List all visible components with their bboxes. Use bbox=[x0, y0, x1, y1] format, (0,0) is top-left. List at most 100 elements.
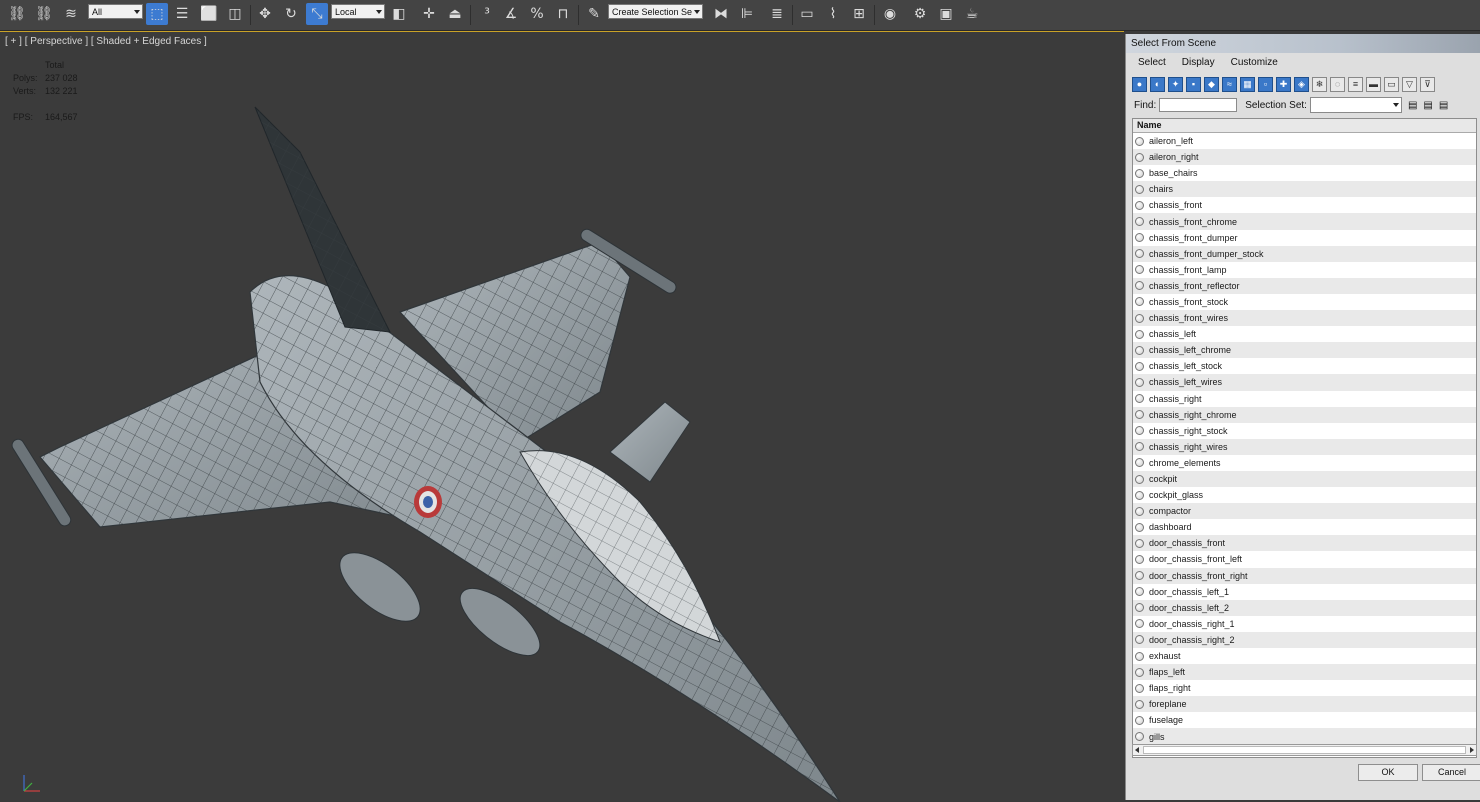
display-cameras-icon[interactable]: ▪ bbox=[1186, 76, 1201, 92]
selection-set-remove-icon[interactable]: ▤ bbox=[1439, 100, 1448, 111]
list-item[interactable]: door_chassis_front_left bbox=[1133, 551, 1476, 567]
display-all-icon[interactable]: ≡ bbox=[1348, 76, 1363, 92]
display-xrefs-icon[interactable]: ▫ bbox=[1258, 76, 1273, 92]
viewport-label[interactable]: [ + ] [ Perspective ] [ Shaded + Edged F… bbox=[5, 36, 207, 47]
list-item[interactable]: exhaust bbox=[1133, 648, 1476, 664]
render-frame-icon[interactable]: ▣ bbox=[935, 3, 957, 25]
display-bones-icon[interactable]: ✚ bbox=[1276, 76, 1291, 92]
window-crossing-icon[interactable]: ◫ bbox=[224, 3, 246, 25]
list-item[interactable]: chassis_right_stock bbox=[1133, 423, 1476, 439]
list-item[interactable]: chassis_right_chrome bbox=[1133, 406, 1476, 423]
list-item[interactable]: chassis_right_wires bbox=[1133, 438, 1476, 455]
list-item[interactable]: door_chassis_front bbox=[1133, 535, 1476, 552]
display-lights-icon[interactable]: ✦ bbox=[1168, 76, 1183, 92]
selection-set-add-icon[interactable]: ▤ bbox=[1423, 100, 1432, 111]
percent-snap-icon[interactable]: % bbox=[526, 3, 548, 25]
list-item[interactable]: chassis_right bbox=[1133, 391, 1476, 407]
schematic-view-icon[interactable]: ⊞ bbox=[848, 3, 870, 25]
display-shapes-icon[interactable]: ◐ bbox=[1150, 76, 1165, 92]
edit-named-selection-icon[interactable]: ✎ bbox=[583, 3, 605, 25]
display-none-icon[interactable]: ▬ bbox=[1366, 76, 1381, 92]
select-by-name-icon[interactable]: ☰ bbox=[171, 3, 193, 25]
list-item[interactable]: door_chassis_right_1 bbox=[1133, 616, 1476, 632]
keyboard-shortcut-override-icon[interactable]: ⏏ bbox=[444, 3, 466, 25]
move-icon[interactable]: ✥ bbox=[254, 3, 276, 25]
bind-space-warp-icon[interactable]: ≋ bbox=[60, 3, 82, 25]
reference-coordinate-dropdown[interactable]: Local bbox=[331, 4, 385, 19]
list-item[interactable]: chassis_left_wires bbox=[1133, 374, 1476, 391]
display-frozen-icon[interactable]: ❄ bbox=[1312, 76, 1327, 92]
list-item[interactable]: flaps_left bbox=[1133, 664, 1476, 681]
spinner-snap-icon[interactable]: ⊓ bbox=[552, 3, 574, 25]
list-item[interactable]: chassis_front_stock bbox=[1133, 294, 1476, 310]
render-icon[interactable]: ☕ bbox=[961, 3, 983, 25]
scroll-right-icon[interactable] bbox=[1470, 747, 1474, 753]
filter-options-icon[interactable]: ⊽ bbox=[1420, 76, 1435, 92]
use-pivot-icon[interactable]: ◧ bbox=[388, 3, 410, 25]
display-containers-icon[interactable]: ◈ bbox=[1294, 76, 1309, 92]
list-item[interactable]: chassis_front_reflector bbox=[1133, 277, 1476, 294]
scale-icon[interactable]: ⤡ bbox=[306, 3, 328, 25]
list-item[interactable]: chrome_elements bbox=[1133, 455, 1476, 471]
rotate-icon[interactable]: ↻ bbox=[280, 3, 302, 25]
list-item[interactable]: chassis_front bbox=[1133, 197, 1476, 213]
select-object-icon[interactable]: ⬚ bbox=[146, 3, 168, 25]
ribbon-icon[interactable]: ▭ bbox=[796, 3, 818, 25]
render-setup-icon[interactable]: ⚙ bbox=[909, 3, 931, 25]
perspective-viewport[interactable]: [ + ] [ Perspective ] [ Shaded + Edged F… bbox=[0, 31, 1124, 802]
list-item[interactable]: flaps_right bbox=[1133, 680, 1476, 696]
display-invert-icon[interactable]: ▭ bbox=[1384, 76, 1399, 92]
curve-editor-icon[interactable]: ⌇ bbox=[822, 3, 844, 25]
snap-3-icon[interactable]: ³ bbox=[476, 3, 498, 25]
layer-manager-icon[interactable]: ≣ bbox=[766, 3, 788, 25]
list-item[interactable]: chassis_front_dumper_stock bbox=[1133, 245, 1476, 262]
list-item[interactable]: fuselage bbox=[1133, 712, 1476, 728]
named-selection-set-dropdown[interactable]: Create Selection Se bbox=[608, 4, 703, 19]
list-item[interactable]: chassis_left_chrome bbox=[1133, 342, 1476, 359]
selection-set-edit-icon[interactable]: ▤ bbox=[1408, 100, 1417, 111]
list-item[interactable]: aileron_right bbox=[1133, 149, 1476, 166]
unlink-icon[interactable]: ⛓ bbox=[33, 3, 55, 25]
selection-filter-dropdown[interactable]: All bbox=[88, 4, 143, 19]
selection-set-dropdown[interactable] bbox=[1309, 97, 1402, 113]
horizontal-scrollbar[interactable] bbox=[1132, 744, 1477, 756]
link-icon[interactable]: ⛓ bbox=[6, 3, 28, 25]
menu-select[interactable]: Select bbox=[1138, 53, 1166, 73]
column-header-name[interactable]: Name bbox=[1133, 119, 1476, 133]
list-item[interactable]: chassis_front_lamp bbox=[1133, 262, 1476, 278]
list-item[interactable]: chassis_left bbox=[1133, 326, 1476, 342]
angle-snap-icon[interactable]: ∡ bbox=[500, 3, 522, 25]
select-manipulate-icon[interactable]: ✛ bbox=[418, 3, 440, 25]
list-item[interactable]: cockpit bbox=[1133, 470, 1476, 488]
object-list[interactable]: Name aileron_left aileron_right base_chair… bbox=[1132, 118, 1477, 758]
display-helpers-icon[interactable]: ◆ bbox=[1204, 76, 1219, 92]
list-item[interactable]: cockpit_glass bbox=[1133, 487, 1476, 503]
filter-icon[interactable]: ▽ bbox=[1402, 76, 1417, 92]
display-groups-icon[interactable]: ▦ bbox=[1240, 76, 1255, 92]
menu-customize[interactable]: Customize bbox=[1231, 53, 1278, 73]
list-item[interactable]: door_chassis_right_2 bbox=[1133, 631, 1476, 648]
dialog-title[interactable]: Select From Scene bbox=[1126, 34, 1480, 53]
material-editor-icon[interactable]: ◉ bbox=[879, 3, 901, 25]
list-item[interactable]: base_chairs bbox=[1133, 165, 1476, 181]
display-spacewarps-icon[interactable]: ≈ bbox=[1222, 76, 1237, 92]
list-item[interactable]: compactor bbox=[1133, 503, 1476, 520]
list-item[interactable]: door_chassis_front_right bbox=[1133, 567, 1476, 584]
rectangular-region-icon[interactable]: ⬜ bbox=[198, 3, 220, 25]
display-hidden-icon[interactable]: ◌ bbox=[1330, 76, 1345, 92]
aircraft-model[interactable] bbox=[0, 62, 900, 802]
list-item[interactable]: chassis_front_wires bbox=[1133, 310, 1476, 327]
align-icon[interactable]: ⊫ bbox=[736, 3, 758, 25]
list-item[interactable]: foreplane bbox=[1133, 696, 1476, 713]
list-item[interactable]: door_chassis_left_2 bbox=[1133, 599, 1476, 616]
ok-button[interactable]: OK bbox=[1358, 764, 1418, 781]
scroll-left-icon[interactable] bbox=[1135, 747, 1139, 753]
list-item[interactable]: gills bbox=[1133, 728, 1476, 745]
cancel-button[interactable]: Cancel bbox=[1422, 764, 1480, 781]
find-input[interactable] bbox=[1159, 98, 1238, 112]
list-item[interactable]: door_chassis_left_1 bbox=[1133, 584, 1476, 600]
list-item[interactable]: chassis_front_chrome bbox=[1133, 213, 1476, 230]
list-item[interactable]: dashboard bbox=[1133, 519, 1476, 535]
list-item[interactable]: chassis_front_dumper bbox=[1133, 230, 1476, 246]
list-item[interactable]: chairs bbox=[1133, 181, 1476, 198]
